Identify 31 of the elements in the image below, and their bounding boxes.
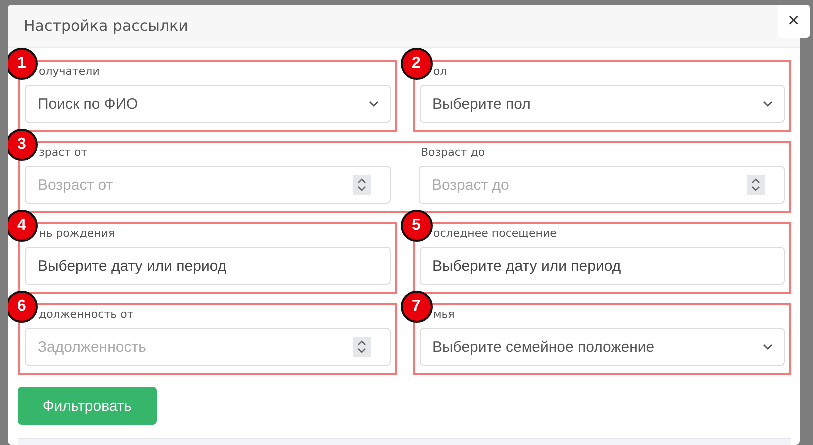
field-label: нь рождения xyxy=(38,227,116,241)
number-marker: 1 xyxy=(8,48,38,80)
spinner-icon xyxy=(747,175,765,195)
chevron-down-icon xyxy=(762,100,774,108)
select-field[interactable]: Выберите семейное положение xyxy=(420,328,785,366)
number-field[interactable]: Возраст до xyxy=(419,166,785,204)
date-field[interactable]: Выберите дату или период xyxy=(25,247,390,285)
chevron-down-icon xyxy=(368,100,380,108)
spinner-icon xyxy=(353,175,371,195)
number-field[interactable]: Возраст от xyxy=(25,166,391,204)
number-marker: 5 xyxy=(400,210,432,242)
select-field[interactable]: Выберите пол xyxy=(420,85,785,123)
spinner-icon xyxy=(352,337,370,357)
field-label: Возраст до xyxy=(420,146,486,160)
dialog-title: Настройка рассылки xyxy=(24,17,188,35)
number-marker: 3 xyxy=(8,129,38,161)
field-label: ол xyxy=(432,65,448,79)
field-label: зраст от xyxy=(38,146,89,160)
number-marker: 2 xyxy=(400,48,432,80)
field-label: олучатели xyxy=(38,65,101,79)
number-field[interactable]: Задолженность xyxy=(25,328,390,366)
number-marker: 7 xyxy=(400,291,432,323)
number-marker: 4 xyxy=(8,210,38,242)
close-button[interactable]: × xyxy=(778,5,810,38)
number-marker: 6 xyxy=(8,291,38,323)
date-field[interactable]: Выберите дату или период xyxy=(420,247,785,285)
field-label: оследнее посещение xyxy=(432,227,558,241)
field-label: мья xyxy=(432,308,456,322)
select-field[interactable]: Поиск по ФИО xyxy=(25,85,390,123)
chevron-down-icon xyxy=(762,343,774,351)
field-label: долженность от xyxy=(38,308,135,322)
